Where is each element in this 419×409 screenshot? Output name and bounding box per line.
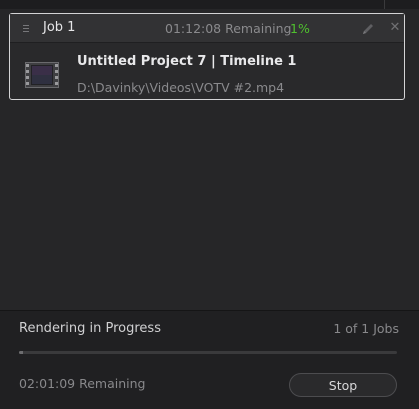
drag-handle-icon[interactable]	[23, 25, 29, 32]
close-icon[interactable]: ✕	[388, 20, 402, 36]
top-edge-divider	[384, 0, 385, 9]
total-remaining-time: 02:01:09 Remaining	[19, 376, 146, 391]
render-progress-fill	[19, 351, 23, 354]
job-header: Job 1 01:12:08 Remaining 1% ✕	[10, 14, 404, 43]
pencil-icon[interactable]	[360, 21, 376, 37]
render-progress-bar	[19, 351, 397, 354]
stop-button[interactable]: Stop	[289, 373, 397, 397]
render-status-panel: Rendering in Progress 1 of 1 Jobs 02:01:…	[0, 310, 419, 409]
job-percent-complete: 1%	[290, 21, 310, 36]
output-path: D:\Davinky\Videos\VOTV #2.mp4	[77, 80, 285, 95]
render-queue-panel: Job 1 01:12:08 Remaining 1% ✕ Untitled P…	[0, 0, 419, 409]
project-name: Untitled Project 7 | Timeline 1	[77, 54, 297, 69]
job-remaining-time: 01:12:08 Remaining	[165, 21, 292, 36]
job-count: 1 of 1 Jobs	[333, 321, 399, 336]
job-title: Job 1	[43, 20, 76, 35]
top-edge-bar	[0, 0, 419, 9]
film-strip-icon	[25, 62, 59, 88]
render-status-label: Rendering in Progress	[19, 321, 161, 336]
job-card[interactable]: Job 1 01:12:08 Remaining 1% ✕ Untitled P…	[9, 13, 405, 100]
